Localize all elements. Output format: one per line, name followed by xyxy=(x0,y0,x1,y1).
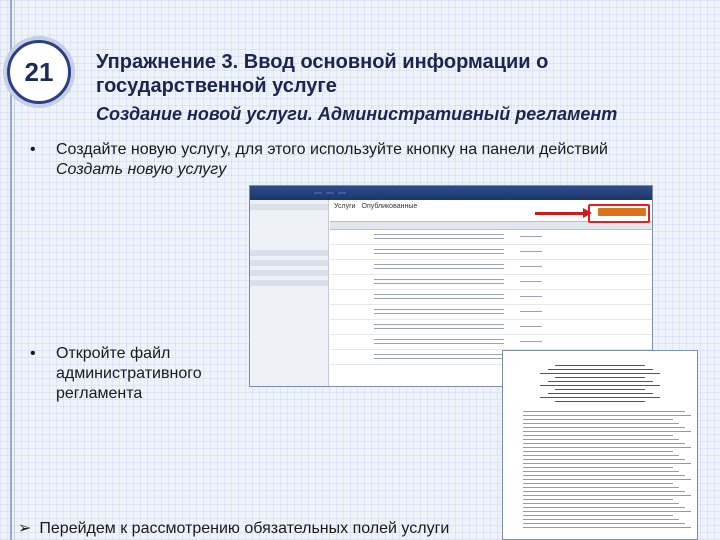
table-row xyxy=(330,230,652,245)
document-text-line xyxy=(523,439,679,440)
document-text-line xyxy=(523,523,685,524)
top-nav-item xyxy=(326,192,334,194)
document-text-line xyxy=(523,431,691,432)
red-arrow-head-icon xyxy=(583,208,592,218)
app-logo xyxy=(254,188,314,198)
document-text-line xyxy=(523,503,679,504)
bullet-text: Перейдем к рассмотрению обязательных пол… xyxy=(39,520,450,537)
document-text-line xyxy=(547,393,653,394)
top-nav-item xyxy=(338,192,346,194)
document-text-line xyxy=(540,373,660,374)
sidebar-section xyxy=(250,280,328,286)
document-text-line xyxy=(523,519,679,520)
document-text-line xyxy=(523,499,673,500)
sidebar-item xyxy=(250,240,328,246)
document-text-line xyxy=(523,451,673,452)
app-top-nav xyxy=(314,192,652,194)
document-text-line xyxy=(523,487,679,488)
document-text-line xyxy=(523,447,691,448)
arrow-bullet-icon: ➢ xyxy=(18,520,32,537)
document-text-line xyxy=(555,389,645,390)
document-text-line xyxy=(523,467,673,468)
table-row xyxy=(330,260,652,275)
document-text-line xyxy=(523,495,691,496)
document-text-line xyxy=(523,427,685,428)
document-text-line xyxy=(523,479,691,480)
create-service-button[interactable] xyxy=(598,208,646,216)
sidebar-section xyxy=(250,270,328,276)
document-text-line xyxy=(523,527,691,528)
document-text-line xyxy=(523,415,691,416)
bullet-text: Откройте файл административного регламен… xyxy=(56,345,202,402)
slide-subtitle: Создание новой услуги. Административный … xyxy=(96,104,618,124)
document-text-line xyxy=(523,411,685,412)
sidebar-section xyxy=(250,260,328,266)
document-text-line xyxy=(523,471,679,472)
document-text-line xyxy=(523,423,679,424)
services-title: Услуги xyxy=(334,203,356,210)
sidebar-section xyxy=(250,250,328,256)
table-row xyxy=(330,245,652,260)
table-row xyxy=(330,335,652,350)
document-text-line xyxy=(547,369,653,370)
document-text-line xyxy=(523,475,685,476)
document-text-line xyxy=(555,401,645,402)
document-text-line xyxy=(540,385,660,386)
slide-title: Упражнение 3. Ввод основной информации о… xyxy=(96,51,549,97)
bullet-command-text: Создать новую услугу xyxy=(56,161,227,178)
document-text-line xyxy=(540,397,660,398)
table-row xyxy=(330,305,652,320)
document-text-line xyxy=(555,365,645,366)
table-row xyxy=(330,290,652,305)
document-text-line xyxy=(523,443,685,444)
document-text-line xyxy=(523,483,673,484)
document-text-line xyxy=(523,511,691,512)
document-text-line xyxy=(547,381,653,382)
document-text-line xyxy=(523,459,685,460)
regulation-document-screenshot xyxy=(502,350,698,540)
slide-number: 21 xyxy=(7,40,71,104)
bullet-dot-icon: • xyxy=(30,141,36,158)
bullet-create-service: • Создайте новую услугу, для этого испол… xyxy=(30,140,700,180)
top-nav-item xyxy=(314,192,322,194)
bullet-dot-icon: • xyxy=(30,345,36,362)
bullet-open-file: • Откройте файл административного реглам… xyxy=(30,344,240,404)
bullet-text: Создайте новую услугу, для этого использ… xyxy=(56,141,608,158)
published-tab: Опубликованные xyxy=(361,203,418,210)
document-text-line xyxy=(523,455,679,456)
red-arrow-line xyxy=(535,212,585,215)
app-sidebar xyxy=(250,200,329,386)
document-text-line xyxy=(555,377,645,378)
app-top-bar xyxy=(250,186,652,200)
document-text-line xyxy=(523,419,673,420)
bullet-next-step: ➢ Перейдем к рассмотрению обязательных по… xyxy=(18,518,449,538)
document-text-line xyxy=(523,507,685,508)
table-row xyxy=(330,320,652,335)
document-text-line xyxy=(523,435,673,436)
document-text-line xyxy=(523,491,685,492)
document-text-line xyxy=(523,463,691,464)
table-row xyxy=(330,275,652,290)
document-text-line xyxy=(523,515,673,516)
